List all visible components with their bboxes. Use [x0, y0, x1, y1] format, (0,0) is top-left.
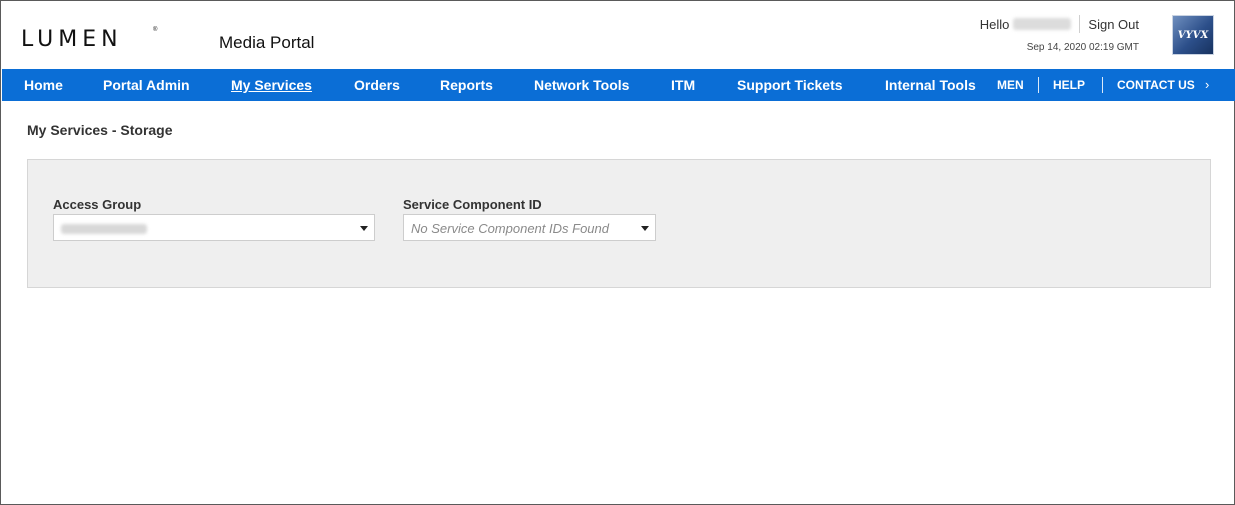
service-component-value: No Service Component IDs Found [411, 221, 609, 236]
service-component-label: Service Component ID [403, 197, 542, 212]
nav-item-internal-tools[interactable]: Internal Tools [885, 69, 976, 101]
divider [1079, 15, 1081, 33]
page-title: My Services - Storage [27, 122, 173, 138]
nav-item-network-tools[interactable]: Network Tools [534, 69, 629, 101]
lumen-logo[interactable]: LUMEN [21, 27, 123, 52]
caret-down-icon [641, 226, 649, 231]
main-nav: Home Portal Admin My Services Orders Rep… [2, 69, 1235, 101]
service-component-select[interactable]: No Service Component IDs Found [403, 214, 656, 241]
partner-logo-text: VYVX [1177, 29, 1209, 41]
nav-item-my-services[interactable]: My Services [231, 69, 312, 101]
nav-item-men[interactable]: MEN [997, 69, 1024, 101]
registered-mark: ® [153, 27, 158, 33]
nav-divider [1102, 77, 1103, 93]
timestamp: Sep 14, 2020 02:19 GMT [1026, 42, 1139, 53]
nav-item-itm[interactable]: ITM [671, 69, 695, 101]
portal-title: Media Portal [219, 33, 315, 52]
hello-label: Hello [979, 16, 1010, 32]
caret-down-icon [360, 226, 368, 231]
app-window: LUMEN ® Media Portal Hello Sign Out Sep … [0, 0, 1235, 505]
nav-item-home[interactable]: Home [24, 69, 63, 101]
access-group-select[interactable] [53, 214, 375, 241]
nav-divider [1038, 77, 1039, 93]
access-group-label: Access Group [53, 197, 142, 212]
nav-item-help[interactable]: HELP [1053, 69, 1085, 101]
user-greeting: Hello Sign Out [980, 15, 1139, 33]
nav-item-support-tickets[interactable]: Support Tickets [737, 69, 843, 101]
nav-item-reports[interactable]: Reports [440, 69, 493, 101]
nav-item-portal-admin[interactable]: Portal Admin [103, 69, 190, 101]
chevron-right-icon[interactable]: › [1205, 69, 1209, 101]
user-name [1013, 18, 1072, 30]
vyvx-logo-icon: VYVX [1172, 15, 1214, 55]
nav-item-orders[interactable]: Orders [354, 69, 400, 101]
access-group-value [61, 224, 147, 234]
header: LUMEN ® Media Portal Hello Sign Out Sep … [1, 1, 1234, 69]
sign-out-link[interactable]: Sign Out [1088, 17, 1139, 32]
nav-item-contact-us[interactable]: CONTACT US [1117, 69, 1195, 101]
filter-panel: Access Group Service Component ID No Ser… [27, 159, 1211, 288]
